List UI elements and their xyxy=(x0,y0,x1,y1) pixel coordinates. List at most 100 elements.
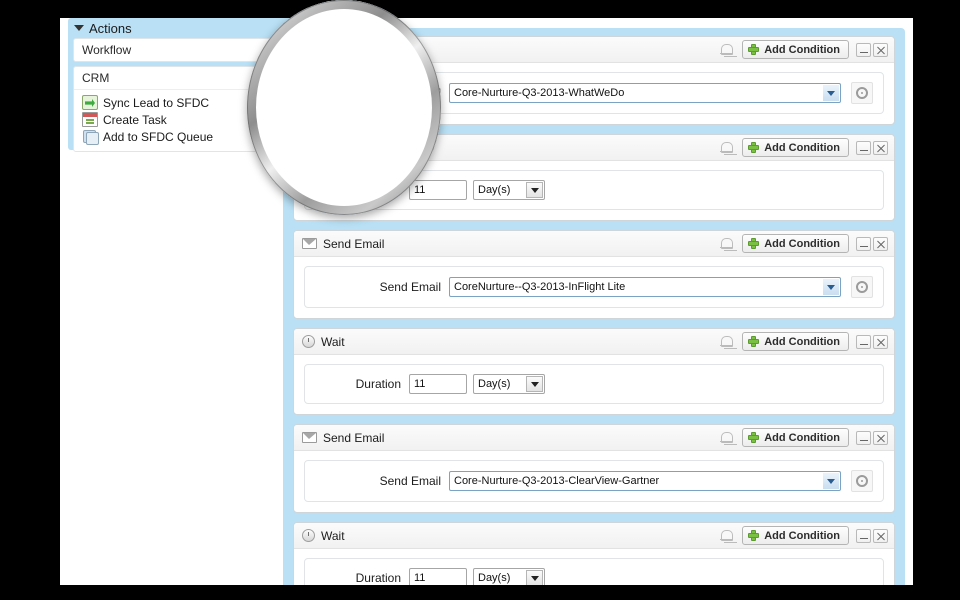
email-settings-button[interactable] xyxy=(851,470,873,492)
caret-down-icon[interactable] xyxy=(74,25,84,31)
close-icon[interactable] xyxy=(873,236,888,251)
envelope-icon xyxy=(254,55,280,76)
screenshot-root: Actions Workflow CRM Sync Lead to SFDC C… xyxy=(0,0,960,600)
flow-step-title: Send Email xyxy=(302,237,719,251)
email-settings-button[interactable] xyxy=(851,82,873,104)
close-icon[interactable] xyxy=(873,528,888,543)
close-icon[interactable] xyxy=(873,430,888,445)
flow-step-header: Wait Add Condition xyxy=(294,329,894,355)
gear-icon xyxy=(856,281,868,293)
task-calendar-icon xyxy=(82,112,98,127)
duration-unit-value: Day(s) xyxy=(478,572,511,584)
add-condition-label: Add Condition xyxy=(764,335,840,348)
bell-icon[interactable] xyxy=(719,430,734,446)
chevron-down-icon[interactable] xyxy=(526,376,543,392)
add-condition-label: Add Condition xyxy=(764,43,840,56)
plus-icon xyxy=(748,336,760,347)
flow-step-header: Send Email Add Condition xyxy=(294,231,894,257)
bell-icon[interactable] xyxy=(719,236,734,252)
minimize-icon[interactable] xyxy=(856,236,871,251)
minimize-icon[interactable] xyxy=(856,334,871,349)
sidebar-group-crm-label: CRM xyxy=(82,71,110,85)
envelope-icon xyxy=(302,432,317,443)
magnifier-inner-box: Send E xyxy=(254,101,441,181)
flow-step-title: Send Email xyxy=(302,431,719,445)
flow-step-card: Send Email Add Condition Send Email xyxy=(293,424,895,513)
flow-step-body: Send Email CoreNurture--Q3-2013-InFlight… xyxy=(294,257,894,318)
close-icon[interactable] xyxy=(873,334,888,349)
magnifier-actions-label: Actions xyxy=(269,2,355,32)
bell-icon[interactable] xyxy=(719,528,734,544)
plus-icon xyxy=(748,530,760,541)
plus-icon xyxy=(748,44,760,55)
flow-step-card: Send Email Add Condition Send Email xyxy=(293,230,895,319)
minimize-icon[interactable] xyxy=(856,528,871,543)
flow-step-title-label: Send Email xyxy=(323,236,385,251)
chevron-down-icon[interactable] xyxy=(823,85,839,101)
chevron-down-icon[interactable] xyxy=(526,570,543,585)
duration-input[interactable]: 11 xyxy=(409,568,467,585)
chevron-down-icon[interactable] xyxy=(823,279,839,295)
magnifier-content: Actions Send Email Send E xyxy=(247,0,441,215)
card-window-buttons xyxy=(856,528,888,543)
add-condition-button[interactable]: Add Condition xyxy=(742,332,849,351)
magnifier-field-label: Send E xyxy=(367,129,441,156)
flow-step-title: Wait xyxy=(302,529,719,543)
add-condition-button[interactable]: Add Condition xyxy=(742,40,849,59)
send-email-select[interactable]: Core-Nurture-Q3-2013-ClearView-Gartner xyxy=(449,471,841,491)
flow-step-body: Duration 11 Day(s) xyxy=(294,355,894,414)
add-condition-label: Add Condition xyxy=(764,529,840,542)
duration-unit-select[interactable]: Day(s) xyxy=(473,180,545,200)
plus-icon xyxy=(748,142,760,153)
minimize-icon[interactable] xyxy=(856,430,871,445)
clock-icon xyxy=(302,335,315,348)
duration-unit-select[interactable]: Day(s) xyxy=(473,568,545,585)
send-email-field-label: Send Email xyxy=(379,280,441,294)
clock-icon xyxy=(302,529,315,542)
bell-icon[interactable] xyxy=(719,334,734,350)
minimize-icon[interactable] xyxy=(856,42,871,57)
send-email-select-value: Core-Nurture-Q3-2013-WhatWeDo xyxy=(454,87,625,99)
close-icon[interactable] xyxy=(873,42,888,57)
app-page: Actions Workflow CRM Sync Lead to SFDC C… xyxy=(60,18,913,585)
magnifier-card-header: Send Email xyxy=(247,45,441,87)
magnifier-blue-band-bottom xyxy=(247,183,441,215)
duration-input[interactable]: 11 xyxy=(409,374,467,394)
plus-icon xyxy=(748,238,760,249)
send-email-select-value: Core-Nurture-Q3-2013-ClearView-Gartner xyxy=(454,475,660,487)
add-condition-button[interactable]: Add Condition xyxy=(742,234,849,253)
add-condition-button[interactable]: Add Condition xyxy=(742,428,849,447)
flow-step-body: Send Email Core-Nurture-Q3-2013-ClearVie… xyxy=(294,451,894,512)
sidebar-header-label: Actions xyxy=(89,20,132,36)
flow-step-card: Wait Add Condition Duration 11 xyxy=(293,522,895,585)
gear-icon xyxy=(856,475,868,487)
add-condition-button[interactable]: Add Condition xyxy=(742,526,849,545)
card-window-buttons xyxy=(856,42,888,57)
send-email-select[interactable]: CoreNurture--Q3-2013-InFlight Lite xyxy=(449,277,841,297)
card-window-buttons xyxy=(856,236,888,251)
flow-step-title: Wait xyxy=(302,335,719,349)
send-email-select[interactable]: Core-Nurture-Q3-2013-WhatWeDo xyxy=(449,83,841,103)
card-window-buttons xyxy=(856,430,888,445)
duration-unit-value: Day(s) xyxy=(478,378,511,390)
close-icon[interactable] xyxy=(873,140,888,155)
duration-unit-value: Day(s) xyxy=(478,184,511,196)
plus-icon xyxy=(748,432,760,443)
flow-step-card: Wait Add Condition Duration 11 xyxy=(293,328,895,415)
duration-unit-select[interactable]: Day(s) xyxy=(473,374,545,394)
sidebar-item-label: Sync Lead to SFDC xyxy=(103,95,210,110)
gear-icon xyxy=(856,87,868,99)
flow-step-title-label: Send Email xyxy=(323,430,385,445)
bell-icon[interactable] xyxy=(719,140,734,156)
sidebar-item-label: Create Task xyxy=(103,112,167,127)
email-settings-button[interactable] xyxy=(851,276,873,298)
sidebar-group-workflow-label: Workflow xyxy=(82,43,132,57)
chevron-down-icon[interactable] xyxy=(823,473,839,489)
sync-icon xyxy=(82,95,98,110)
minimize-icon[interactable] xyxy=(856,140,871,155)
duration-field-row: Duration 11 Day(s) xyxy=(304,558,884,585)
add-condition-button[interactable]: Add Condition xyxy=(742,138,849,157)
chevron-down-icon[interactable] xyxy=(526,182,543,198)
bell-icon[interactable] xyxy=(719,42,734,58)
magnifier-lens: Actions Send Email Send E xyxy=(247,0,441,215)
